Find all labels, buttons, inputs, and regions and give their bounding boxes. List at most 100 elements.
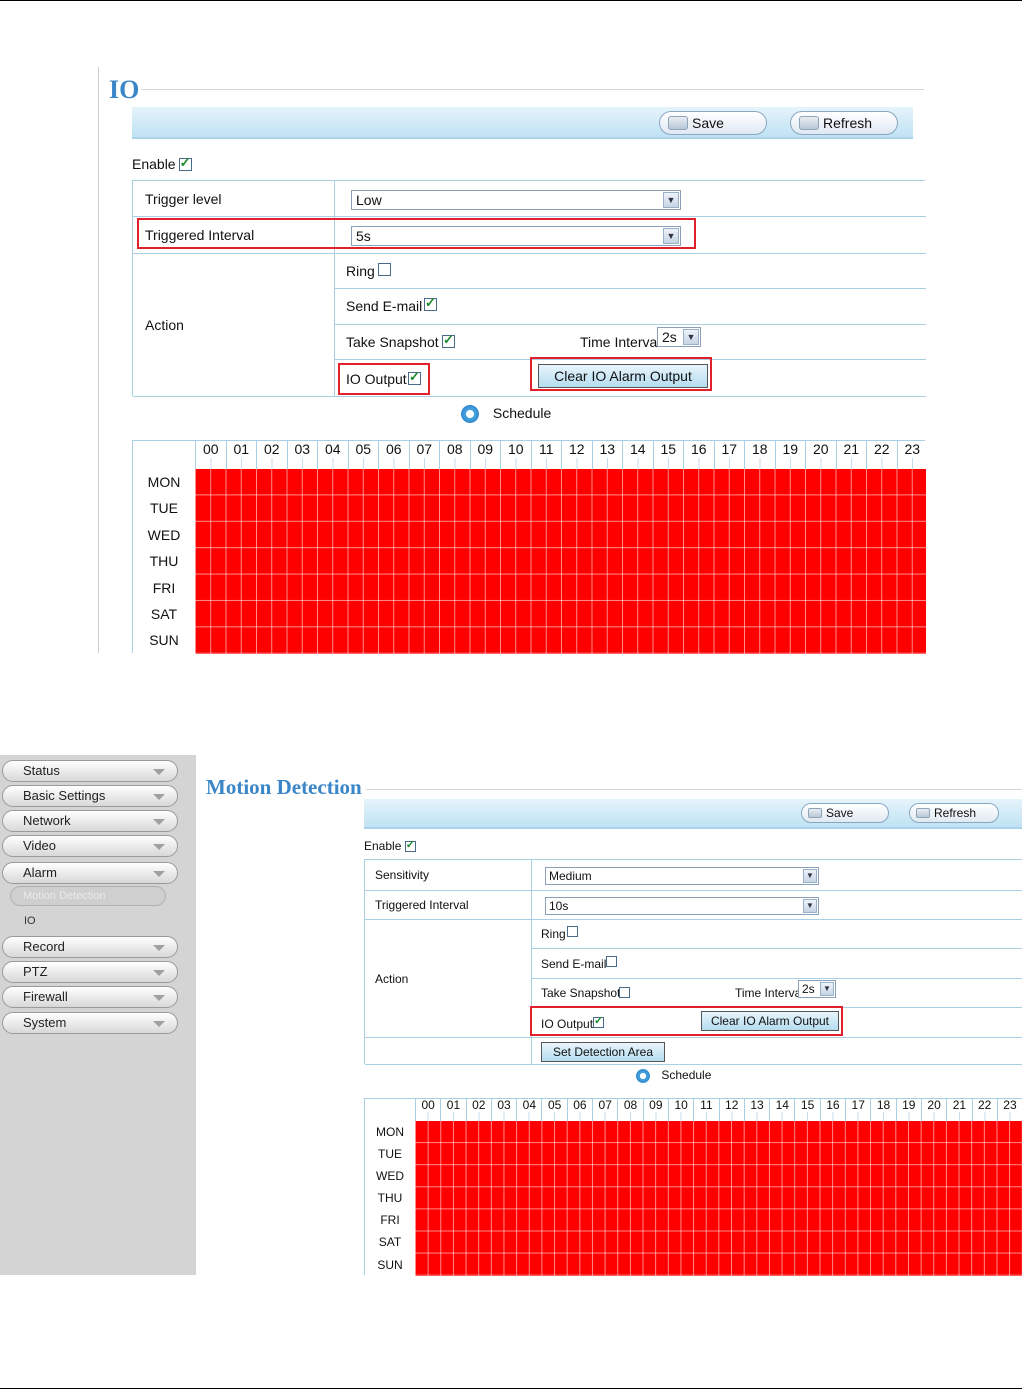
- day-label[interactable]: TUE: [365, 1143, 415, 1165]
- page-title: IO: [109, 75, 140, 104]
- sidebar-item-firewall[interactable]: Firewall: [2, 986, 178, 1008]
- send-email-checkbox[interactable]: [606, 956, 617, 967]
- sidebar-item-basic-settings[interactable]: Basic Settings: [2, 785, 178, 807]
- save-button-label: Save: [692, 115, 724, 131]
- sidebar-subitem-motion-detection[interactable]: Motion Detection: [10, 886, 166, 906]
- save-button[interactable]: Save: [801, 803, 889, 823]
- hour-label[interactable]: 12: [561, 441, 592, 469]
- hour-label[interactable]: 07: [592, 1098, 618, 1121]
- hour-label[interactable]: 21: [835, 441, 867, 469]
- enable-checkbox[interactable]: [404, 838, 416, 853]
- hour-label[interactable]: 23: [996, 1098, 1022, 1121]
- time-interval-select[interactable]: 2s ▼: [657, 327, 701, 347]
- time-interval-select[interactable]: 2s ▼: [798, 980, 836, 998]
- hour-label[interactable]: 15: [652, 441, 684, 469]
- day-label[interactable]: WED: [365, 1165, 415, 1187]
- day-label[interactable]: SUN: [365, 1254, 415, 1276]
- hour-label[interactable]: 06: [378, 441, 409, 469]
- hour-label[interactable]: 03: [490, 1098, 517, 1121]
- trigger-level-select[interactable]: Low ▼: [351, 190, 681, 210]
- refresh-button[interactable]: Refresh: [790, 111, 898, 135]
- set-detection-area-button[interactable]: Set Detection Area: [541, 1042, 665, 1062]
- hour-label[interactable]: 08: [439, 441, 470, 469]
- schedule-selected-cells[interactable]: [195, 469, 926, 654]
- hour-label[interactable]: 21: [946, 1098, 972, 1121]
- hour-label[interactable]: 04: [516, 1098, 542, 1121]
- sidebar-subitem-io[interactable]: IO: [24, 915, 36, 927]
- sidebar-item-ptz[interactable]: PTZ: [2, 961, 178, 983]
- hour-label[interactable]: 08: [617, 1098, 643, 1121]
- hour-label[interactable]: 19: [774, 441, 806, 469]
- hour-label[interactable]: 00: [195, 441, 226, 469]
- day-label[interactable]: SUN: [133, 627, 195, 653]
- ring-checkbox[interactable]: [567, 926, 578, 937]
- hour-label[interactable]: 20: [805, 441, 836, 469]
- hour-label[interactable]: 04: [317, 441, 348, 469]
- day-label[interactable]: WED: [133, 522, 195, 548]
- save-button[interactable]: Save: [659, 111, 767, 135]
- hour-label[interactable]: 03: [286, 441, 318, 469]
- sidebar-item-network[interactable]: Network: [2, 810, 178, 832]
- hour-label[interactable]: 15: [794, 1098, 821, 1121]
- hour-label[interactable]: 00: [415, 1098, 441, 1121]
- day-label[interactable]: SAT: [133, 601, 195, 627]
- sidebar-item-video[interactable]: Video: [2, 835, 178, 857]
- hour-label[interactable]: 01: [225, 441, 257, 469]
- hour-label[interactable]: 17: [845, 1098, 871, 1121]
- hour-label[interactable]: 14: [769, 1098, 795, 1121]
- schedule-selected-cells[interactable]: [415, 1121, 1022, 1276]
- schedule-grid[interactable]: 00 01 02 03 04 05 06 07 08 09 10 11 12 13 14 15 16 17 18 19…: [364, 1098, 1022, 1276]
- sidebar-item-alarm[interactable]: Alarm: [2, 862, 178, 884]
- hour-label[interactable]: 13: [591, 441, 623, 469]
- send-email-checkbox[interactable]: [424, 295, 437, 311]
- sidebar-item-status[interactable]: Status: [2, 760, 178, 782]
- schedule-grid[interactable]: 00 01 02 03 04 05 06 07 08 09 10 11 12 13 14 15 16 17 18 19…: [132, 440, 928, 654]
- hour-label[interactable]: 06: [566, 1098, 593, 1121]
- hour-label[interactable]: 13: [743, 1098, 770, 1121]
- hour-label[interactable]: 16: [819, 1098, 846, 1121]
- hour-label[interactable]: 20: [920, 1098, 947, 1121]
- hour-label[interactable]: 01: [440, 1098, 466, 1121]
- day-label[interactable]: FRI: [133, 575, 195, 601]
- hour-label[interactable]: 22: [866, 441, 897, 469]
- day-label[interactable]: THU: [133, 548, 195, 574]
- hour-label[interactable]: 09: [469, 441, 501, 469]
- day-label[interactable]: TUE: [133, 495, 195, 521]
- hour-label[interactable]: 10: [667, 1098, 694, 1121]
- take-snapshot-checkbox[interactable]: [442, 332, 455, 348]
- hour-label[interactable]: 19: [895, 1098, 922, 1121]
- ring-checkbox[interactable]: [378, 263, 391, 276]
- hour-label[interactable]: 17: [713, 441, 745, 469]
- sidebar-item-record[interactable]: Record: [2, 936, 178, 958]
- hour-label[interactable]: 02: [256, 441, 287, 469]
- chevron-down-icon: [153, 871, 165, 877]
- day-label[interactable]: FRI: [365, 1209, 415, 1231]
- day-label[interactable]: MON: [365, 1121, 415, 1143]
- hour-label[interactable]: 11: [693, 1098, 719, 1121]
- hour-label[interactable]: 05: [347, 441, 379, 469]
- hour-label[interactable]: 05: [541, 1098, 568, 1121]
- day-label[interactable]: THU: [365, 1187, 415, 1209]
- hour-label[interactable]: 23: [896, 441, 928, 469]
- sensitivity-select[interactable]: Medium ▼: [545, 867, 819, 885]
- hour-label[interactable]: 14: [622, 441, 653, 469]
- hour-label[interactable]: 02: [465, 1098, 492, 1121]
- day-label[interactable]: MON: [133, 469, 195, 495]
- hour-label[interactable]: 09: [642, 1098, 669, 1121]
- hour-label[interactable]: 07: [408, 441, 440, 469]
- refresh-button[interactable]: Refresh: [909, 803, 999, 823]
- hour-label[interactable]: 18: [744, 441, 775, 469]
- hour-label[interactable]: 10: [500, 441, 531, 469]
- day-label[interactable]: SAT: [365, 1231, 415, 1253]
- highlight-clear-alarm: [530, 357, 712, 391]
- enable-checkbox[interactable]: [178, 155, 192, 171]
- hour-label[interactable]: 11: [530, 441, 562, 469]
- hour-label[interactable]: 16: [683, 441, 714, 469]
- triggered-interval-select[interactable]: 10s ▼: [545, 897, 819, 915]
- sidebar-item-system[interactable]: System: [2, 1012, 178, 1034]
- sidebar-item-label: Alarm: [23, 865, 57, 880]
- take-snapshot-checkbox[interactable]: [619, 987, 630, 998]
- hour-label[interactable]: 12: [718, 1098, 745, 1121]
- hour-label[interactable]: 22: [971, 1098, 998, 1121]
- hour-label[interactable]: 18: [870, 1098, 896, 1121]
